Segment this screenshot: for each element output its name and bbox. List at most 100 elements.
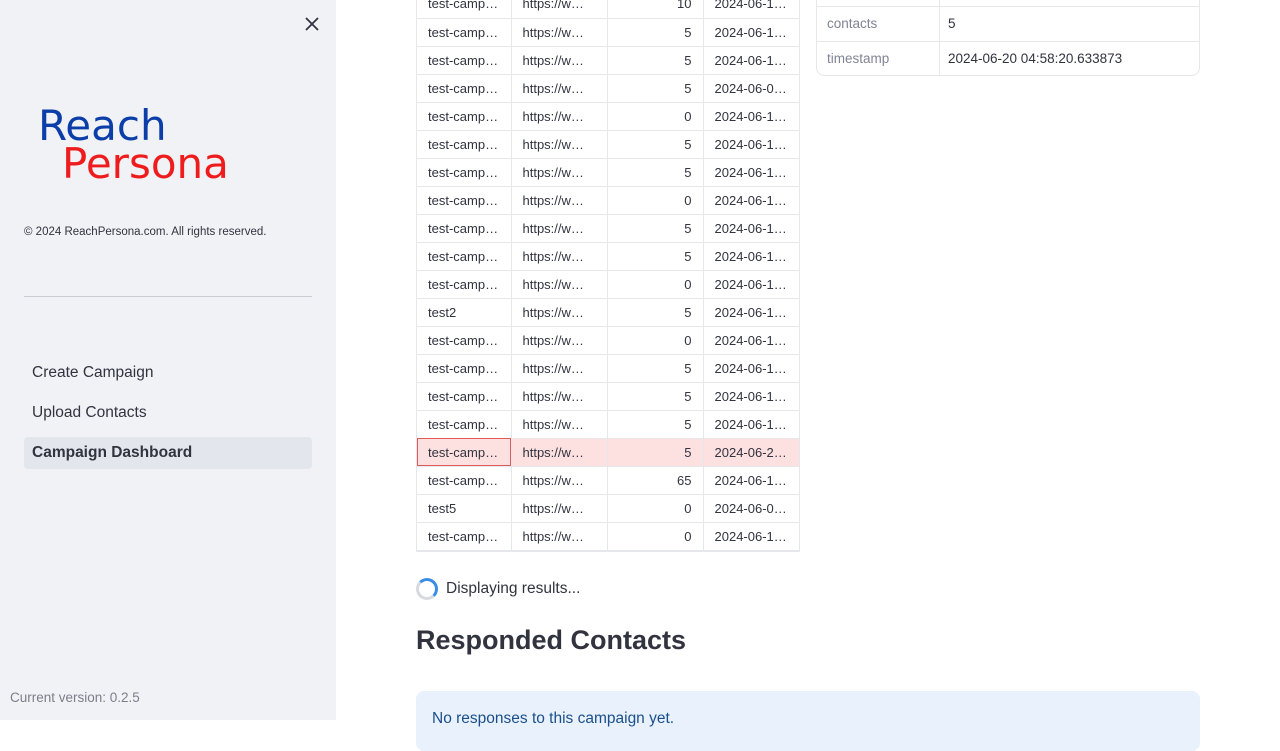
url-cell[interactable]: https://w… (511, 354, 608, 383)
contacts-cell[interactable]: 5 (607, 46, 704, 75)
table-row[interactable]: test-camp… https://w… 5 2024-06-1… (417, 130, 799, 159)
url-cell[interactable]: https://w… (511, 522, 608, 551)
url-cell[interactable]: https://w… (511, 214, 608, 243)
url-cell[interactable]: https://w… (511, 18, 608, 47)
table-row[interactable]: test-camp… https://w… 10 2024-06-1… (417, 0, 799, 19)
table-row[interactable]: test2 https://w… 5 2024-06-1… (417, 298, 799, 327)
table-row[interactable]: test-camp… https://w… 5 2024-06-1… (417, 354, 799, 383)
close-sidebar-button[interactable] (300, 12, 324, 36)
campaign-name-cell[interactable]: test-camp… (417, 466, 512, 495)
contacts-cell[interactable]: 0 (607, 494, 704, 523)
nav-upload-contacts[interactable]: Upload Contacts (24, 397, 312, 429)
timestamp-cell[interactable]: 2024-06-1… (703, 354, 799, 383)
timestamp-cell[interactable]: 2024-06-1… (703, 102, 799, 131)
url-cell[interactable]: https://w… (511, 438, 608, 467)
table-row[interactable]: test-camp… https://w… 0 2024-06-1… (417, 102, 799, 131)
contacts-cell[interactable]: 0 (607, 102, 704, 131)
campaign-name-cell[interactable]: test-camp… (417, 382, 512, 411)
campaign-name-cell[interactable]: test-camp… (417, 74, 512, 103)
campaign-name-cell[interactable]: test-camp… (417, 270, 512, 299)
contacts-cell[interactable]: 5 (607, 410, 704, 439)
campaign-name-cell[interactable]: test-camp… (417, 186, 512, 215)
campaign-name-cell[interactable]: test5 (417, 494, 512, 523)
contacts-cell[interactable]: 5 (607, 354, 704, 383)
url-cell[interactable]: https://w… (511, 382, 608, 411)
timestamp-cell[interactable]: 2024-06-1… (703, 46, 799, 75)
url-cell[interactable]: https://w… (511, 102, 608, 131)
contacts-cell[interactable]: 0 (607, 270, 704, 299)
timestamp-cell[interactable]: 2024-06-1… (703, 214, 799, 243)
timestamp-cell[interactable]: 2024-06-1… (703, 186, 799, 215)
contacts-cell[interactable]: 0 (607, 326, 704, 355)
table-row[interactable]: test-camp… https://w… 5 2024-06-1… (417, 242, 799, 271)
campaign-name-cell[interactable]: test-camp… (417, 438, 512, 467)
campaign-name-cell[interactable]: test-camp… (417, 354, 512, 383)
contacts-cell[interactable]: 5 (607, 130, 704, 159)
url-cell[interactable]: https://w… (511, 270, 608, 299)
contacts-cell[interactable]: 5 (607, 18, 704, 47)
contacts-cell[interactable]: 5 (607, 158, 704, 187)
timestamp-cell[interactable]: 2024-06-1… (703, 522, 799, 551)
url-cell[interactable]: https://w… (511, 326, 608, 355)
campaign-name-cell[interactable]: test-camp… (417, 0, 512, 19)
contacts-cell[interactable]: 10 (607, 0, 704, 19)
campaign-name-cell[interactable]: test-camp… (417, 326, 512, 355)
url-cell[interactable]: https://w… (511, 0, 608, 19)
table-row[interactable]: test-camp… https://w… 5 2024-06-1… (417, 46, 799, 75)
timestamp-cell[interactable]: 2024-06-1… (703, 158, 799, 187)
campaign-name-cell[interactable]: test-camp… (417, 130, 512, 159)
timestamp-cell[interactable]: 2024-06-1… (703, 410, 799, 439)
contacts-cell[interactable]: 0 (607, 186, 704, 215)
table-row[interactable]: test-camp… https://w… 0 2024-06-1… (417, 270, 799, 299)
campaign-name-cell[interactable]: test-camp… (417, 522, 512, 551)
timestamp-cell[interactable]: 2024-06-1… (703, 0, 799, 19)
contacts-cell[interactable]: 5 (607, 382, 704, 411)
campaign-name-cell[interactable]: test-camp… (417, 46, 512, 75)
table-row[interactable]: test-camp… https://w… 5 2024-06-1… (417, 158, 799, 187)
campaign-name-cell[interactable]: test-camp… (417, 158, 512, 187)
url-cell[interactable]: https://w… (511, 298, 608, 327)
campaign-name-cell[interactable]: test2 (417, 298, 512, 327)
campaigns-table[interactable]: test-camp… https://w… 10 2024-06-1… test-cam… (416, 0, 800, 552)
table-row[interactable]: test5 https://w… 0 2024-06-0… (417, 494, 799, 523)
timestamp-cell[interactable]: 2024-06-0… (703, 74, 799, 103)
url-cell[interactable]: https://w… (511, 158, 608, 187)
url-cell[interactable]: https://w… (511, 466, 608, 495)
campaign-name-cell[interactable]: test-camp… (417, 214, 512, 243)
table-row[interactable]: test-camp… https://w… 0 2024-06-1… (417, 326, 799, 355)
table-row[interactable]: test-camp… https://w… 5 2024-06-2… (417, 438, 799, 467)
contacts-cell[interactable]: 5 (607, 74, 704, 103)
table-row[interactable]: test-camp… https://w… 5 2024-06-1… (417, 410, 799, 439)
table-row[interactable]: test-camp… https://w… 5 2024-06-0… (417, 74, 799, 103)
nav-create-campaign[interactable]: Create Campaign (24, 357, 312, 389)
table-row[interactable]: test-camp… https://w… 5 2024-06-1… (417, 214, 799, 243)
contacts-cell[interactable]: 65 (607, 466, 704, 495)
timestamp-cell[interactable]: 2024-06-1… (703, 18, 799, 47)
timestamp-cell[interactable]: 2024-06-1… (703, 130, 799, 159)
timestamp-cell[interactable]: 2024-06-1… (703, 270, 799, 299)
url-cell[interactable]: https://w… (511, 186, 608, 215)
timestamp-cell[interactable]: 2024-06-2… (703, 438, 799, 467)
campaign-name-cell[interactable]: test-camp… (417, 410, 512, 439)
timestamp-cell[interactable]: 2024-06-1… (703, 382, 799, 411)
contacts-cell[interactable]: 5 (607, 242, 704, 271)
contacts-cell[interactable]: 5 (607, 214, 704, 243)
table-row[interactable]: test-camp… https://w… 5 2024-06-1… (417, 382, 799, 411)
url-cell[interactable]: https://w… (511, 46, 608, 75)
timestamp-cell[interactable]: 2024-06-1… (703, 298, 799, 327)
url-cell[interactable]: https://w… (511, 410, 608, 439)
url-cell[interactable]: https://w… (511, 74, 608, 103)
timestamp-cell[interactable]: 2024-06-1… (703, 242, 799, 271)
table-row[interactable]: test-camp… https://w… 65 2024-06-1… (417, 466, 799, 495)
url-cell[interactable]: https://w… (511, 130, 608, 159)
url-cell[interactable]: https://w… (511, 242, 608, 271)
contacts-cell[interactable]: 5 (607, 438, 704, 467)
campaign-name-cell[interactable]: test-camp… (417, 242, 512, 271)
timestamp-cell[interactable]: 2024-06-0… (703, 494, 799, 523)
nav-campaign-dashboard[interactable]: Campaign Dashboard (24, 437, 312, 469)
contacts-cell[interactable]: 5 (607, 298, 704, 327)
campaign-name-cell[interactable]: test-camp… (417, 18, 512, 47)
table-row[interactable]: test-camp… https://w… 0 2024-06-1… (417, 186, 799, 215)
timestamp-cell[interactable]: 2024-06-1… (703, 466, 799, 495)
campaign-name-cell[interactable]: test-camp… (417, 102, 512, 131)
